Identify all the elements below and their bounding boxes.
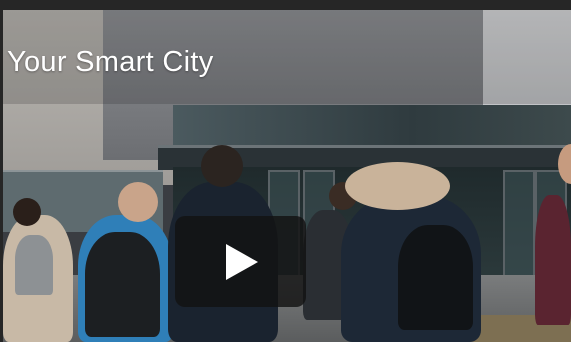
- title-overlay: Your Smart City: [3, 10, 571, 104]
- play-icon: [226, 244, 258, 280]
- video-title[interactable]: Your Smart City: [7, 46, 214, 79]
- video-player[interactable]: Your Smart City: [3, 10, 571, 342]
- video-frame: Your Smart City: [0, 0, 571, 342]
- play-button[interactable]: [175, 216, 306, 307]
